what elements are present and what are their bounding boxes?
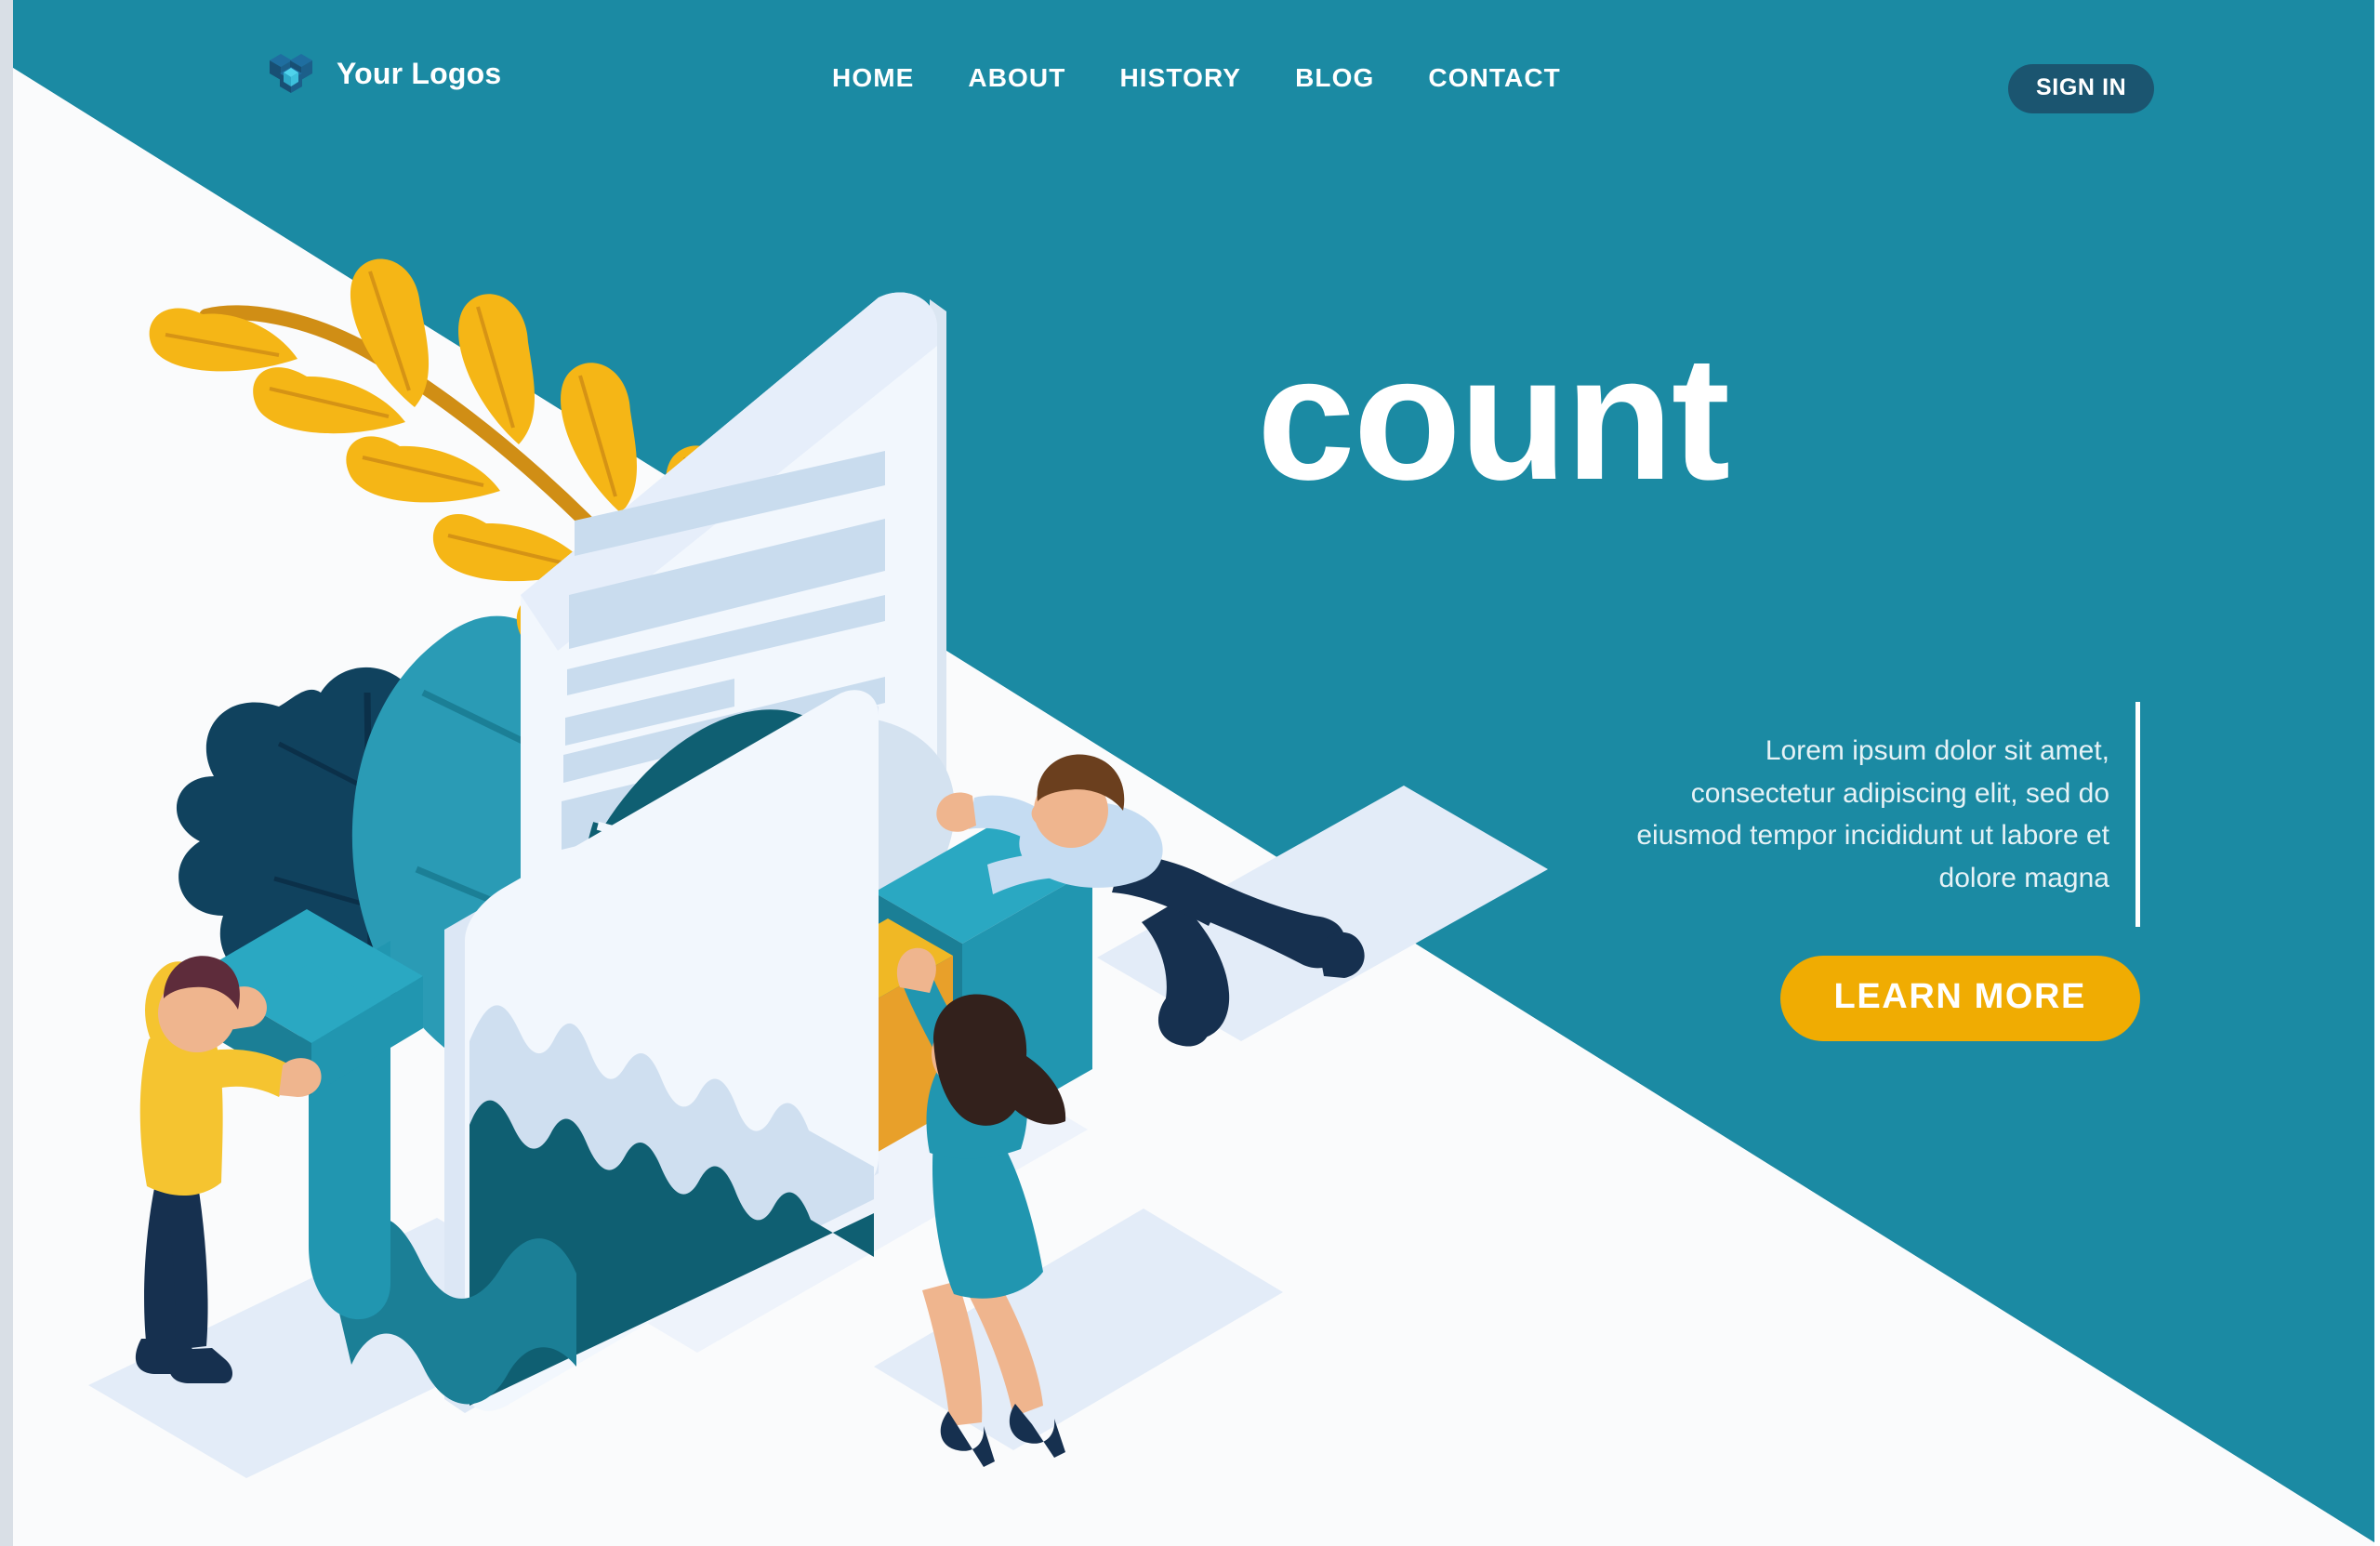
hero-title: count (1257, 320, 1730, 517)
hero-content: count Lorem ipsum dolor sit amet, consec… (1248, 320, 2140, 928)
site-header: Your Logos HOME ABOUT HISTORY BLOG CONTA… (0, 0, 2380, 139)
nav-item-history[interactable]: HISTORY (1119, 63, 1241, 93)
learn-more-button[interactable]: LEARN MORE (1779, 956, 2140, 1041)
landing-page: Your Logos HOME ABOUT HISTORY BLOG CONTA… (0, 0, 2380, 1546)
brand[interactable]: Your Logos (262, 45, 501, 102)
main-nav: HOME ABOUT HISTORY BLOG CONTACT (832, 63, 1561, 93)
page-right-gutter (2374, 0, 2380, 1546)
sign-in-button[interactable]: SIGN IN (2008, 64, 2155, 113)
nav-item-home[interactable]: HOME (832, 63, 914, 93)
page-left-gutter (0, 0, 13, 1546)
nav-item-contact[interactable]: CONTACT (1428, 63, 1561, 93)
brand-name: Your Logos (337, 56, 502, 90)
hero-accent-rule (2135, 702, 2140, 928)
hero-body-block: Lorem ipsum dolor sit amet, consectetur … (1626, 702, 2140, 928)
nav-item-about[interactable]: ABOUT (968, 63, 1065, 93)
nav-item-blog[interactable]: BLOG (1295, 63, 1374, 93)
brand-logo-icon (262, 45, 320, 102)
hero-description: Lorem ipsum dolor sit amet, consectetur … (1636, 735, 2109, 893)
